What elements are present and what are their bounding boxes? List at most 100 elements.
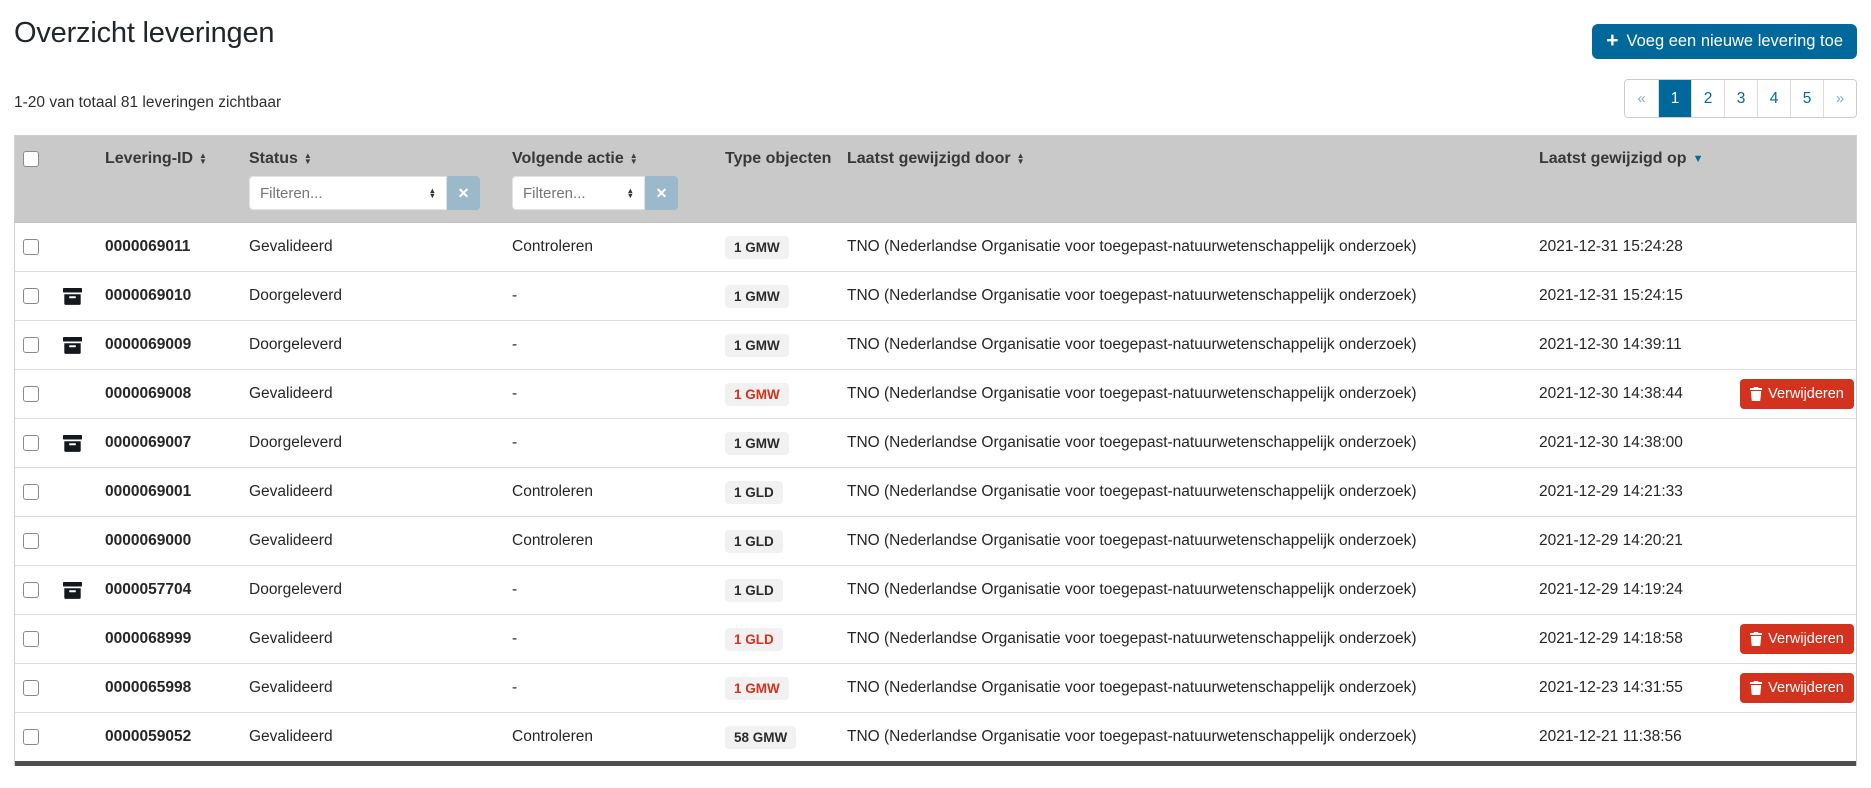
table-row[interactable]: 0000069008 Gevalideerd - 1 GMW TNO (Nede… <box>15 369 1856 418</box>
modified-by-cell: TNO (Nederlandse Organisatie voor toegep… <box>839 238 1531 256</box>
row-checkbox[interactable] <box>23 239 39 255</box>
delivery-id: 0000069011 <box>91 238 241 256</box>
column-header-laatst-gewijzigd-op[interactable]: Laatst gewijzigd op <box>1531 150 1738 168</box>
status-cell: Gevalideerd <box>241 385 506 403</box>
row-checkbox[interactable] <box>23 533 39 549</box>
column-header-type-objecten: Type objecten <box>719 150 839 168</box>
row-checkbox[interactable] <box>23 729 39 745</box>
modified-by-cell: TNO (Nederlandse Organisatie voor toegep… <box>839 581 1531 599</box>
table-row[interactable]: 0000069007 Doorgeleverd - 1 GMW TNO (Ned… <box>15 418 1856 467</box>
status-cell: Doorgeleverd <box>241 336 506 354</box>
delete-button[interactable]: Verwijderen <box>1740 673 1854 703</box>
deliveries-table: Levering-ID Status Volgende actie Type o… <box>14 135 1857 766</box>
sort-desc-icon <box>1693 154 1704 165</box>
modified-by-cell: TNO (Nederlandse Organisatie voor toegep… <box>839 532 1531 550</box>
row-checkbox[interactable] <box>23 386 39 402</box>
table-row[interactable]: 0000069001 Gevalideerd Controleren 1 GLD… <box>15 467 1856 516</box>
row-checkbox[interactable] <box>23 288 39 304</box>
type-badge: 58 GMW <box>725 726 796 749</box>
status-filter-clear-button[interactable]: ✕ <box>447 176 480 210</box>
modified-by-cell: TNO (Nederlandse Organisatie voor toegep… <box>839 336 1531 354</box>
row-checkbox[interactable] <box>23 631 39 647</box>
table-row[interactable]: 0000069010 Doorgeleverd - 1 GMW TNO (Ned… <box>15 271 1856 320</box>
column-header-status[interactable]: Status <box>241 150 506 168</box>
status-cell: Doorgeleverd <box>241 287 506 305</box>
row-checkbox[interactable] <box>23 582 39 598</box>
add-delivery-button[interactable]: + Voeg een nieuwe levering toe <box>1592 24 1857 59</box>
modified-at-cell: 2021-12-31 15:24:28 <box>1531 238 1738 256</box>
page-next[interactable]: » <box>1823 80 1856 117</box>
trash-icon <box>1750 387 1762 401</box>
next-action-cell: - <box>506 287 719 305</box>
table-header: Levering-ID Status Volgende actie Type o… <box>15 136 1856 222</box>
table-row[interactable]: 0000069000 Gevalideerd Controleren 1 GLD… <box>15 516 1856 565</box>
delete-button[interactable]: Verwijderen <box>1740 624 1854 654</box>
next-action-cell: - <box>506 630 719 648</box>
delivery-id: 0000059052 <box>91 728 241 746</box>
table-row[interactable]: 0000057704 Doorgeleverd - 1 GLD TNO (Ned… <box>15 565 1856 614</box>
add-delivery-label: Voeg een nieuwe levering toe <box>1627 32 1844 51</box>
table-row[interactable]: 0000069011 Gevalideerd Controleren 1 GMW… <box>15 222 1856 271</box>
archive-icon <box>63 435 82 452</box>
table-row[interactable]: 0000065998 Gevalideerd - 1 GMW TNO (Nede… <box>15 663 1856 712</box>
modified-by-cell: TNO (Nederlandse Organisatie voor toegep… <box>839 287 1531 305</box>
type-badge: 1 GLD <box>725 530 783 553</box>
modified-at-cell: 2021-12-23 14:31:55 <box>1531 679 1738 697</box>
delivery-id: 0000069000 <box>91 532 241 550</box>
type-badge: 1 GLD <box>725 481 783 504</box>
delivery-id: 0000069001 <box>91 483 241 501</box>
row-checkbox[interactable] <box>23 680 39 696</box>
plus-icon: + <box>1606 30 1618 51</box>
action-filter-select[interactable]: Filteren... <box>512 176 645 210</box>
chevron-updown-icon <box>429 188 436 198</box>
row-checkbox[interactable] <box>23 435 39 451</box>
page-number-2[interactable]: 2 <box>1691 80 1724 117</box>
top-bar: Overzicht leveringen + Voeg een nieuwe l… <box>14 0 1857 59</box>
table-row[interactable]: 0000059052 Gevalideerd Controleren 58 GM… <box>15 712 1856 761</box>
archive-icon <box>63 337 82 354</box>
status-cell: Gevalideerd <box>241 532 506 550</box>
modified-at-cell: 2021-12-29 14:18:58 <box>1531 630 1738 648</box>
status-cell: Gevalideerd <box>241 679 506 697</box>
page-prev[interactable]: « <box>1625 80 1658 117</box>
row-checkbox[interactable] <box>23 484 39 500</box>
column-header-levering-id[interactable]: Levering-ID <box>91 150 241 168</box>
delete-button[interactable]: Verwijderen <box>1740 379 1854 409</box>
table-cut-line <box>15 761 1856 766</box>
column-header-laatst-gewijzigd-door[interactable]: Laatst gewijzigd door <box>839 150 1531 168</box>
page-number-5[interactable]: 5 <box>1790 80 1823 117</box>
type-badge: 1 GMW <box>725 334 789 357</box>
next-action-cell: Controleren <box>506 483 719 501</box>
clear-icon: ✕ <box>656 185 668 202</box>
column-header-volgende-actie[interactable]: Volgende actie <box>506 150 719 168</box>
table-row[interactable]: 0000069009 Doorgeleverd - 1 GMW TNO (Ned… <box>15 320 1856 369</box>
next-action-cell: - <box>506 581 719 599</box>
delivery-id: 0000068999 <box>91 630 241 648</box>
sort-icon <box>304 153 312 165</box>
trash-icon <box>1750 681 1762 695</box>
modified-at-cell: 2021-12-30 14:38:44 <box>1531 385 1738 403</box>
delivery-id: 0000069009 <box>91 336 241 354</box>
trash-icon <box>1750 632 1762 646</box>
delivery-id: 0000069010 <box>91 287 241 305</box>
archive-icon <box>63 582 82 599</box>
status-filter-select[interactable]: Filteren... <box>249 176 447 210</box>
row-checkbox[interactable] <box>23 337 39 353</box>
pagination: «12345» <box>1624 79 1857 118</box>
status-cell: Gevalideerd <box>241 238 506 256</box>
page-number-3[interactable]: 3 <box>1724 80 1757 117</box>
status-cell: Doorgeleverd <box>241 581 506 599</box>
page-number-4[interactable]: 4 <box>1757 80 1790 117</box>
page-title: Overzicht leveringen <box>14 17 274 50</box>
select-all-checkbox[interactable] <box>23 151 39 167</box>
modified-at-cell: 2021-12-29 14:21:33 <box>1531 483 1738 501</box>
modified-at-cell: 2021-12-30 14:38:00 <box>1531 434 1738 452</box>
type-badge: 1 GMW <box>725 285 789 308</box>
action-filter-clear-button[interactable]: ✕ <box>645 176 678 210</box>
table-body: 0000069011 Gevalideerd Controleren 1 GMW… <box>15 222 1856 761</box>
page-number-1[interactable]: 1 <box>1658 80 1691 117</box>
type-badge: 1 GMW <box>725 432 789 455</box>
table-row[interactable]: 0000068999 Gevalideerd - 1 GLD TNO (Nede… <box>15 614 1856 663</box>
deliveries-page: Overzicht leveringen + Voeg een nieuwe l… <box>0 0 1871 766</box>
status-cell: Gevalideerd <box>241 483 506 501</box>
